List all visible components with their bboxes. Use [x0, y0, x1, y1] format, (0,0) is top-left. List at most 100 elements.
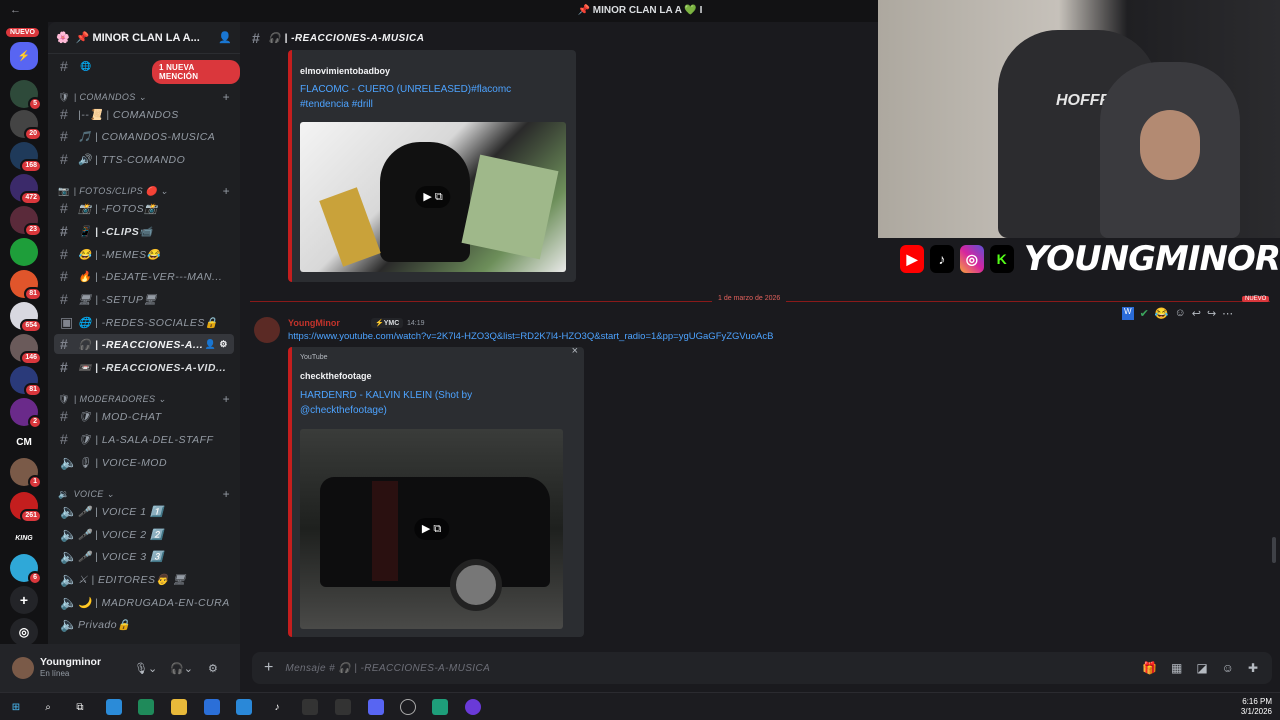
task-view-icon[interactable]: ⧉ [72, 699, 88, 715]
check-reaction-icon[interactable]: ✔ [1140, 307, 1149, 320]
play-icon[interactable]: ▶ ⧉ [415, 186, 451, 208]
server-list: NUEVO ⚡ 5 20 168 472 23 81 654 146 81 2 … [0, 22, 48, 692]
channel-item-active[interactable]: # 🎧 | -REACCIONES-A... 👤 ⚙ [54, 334, 234, 354]
gif-icon[interactable]: ▦ [1171, 661, 1182, 675]
server-icon[interactable]: 5 [10, 80, 42, 111]
add-reaction-icon[interactable]: ☺ [1174, 307, 1185, 320]
server-icon[interactable]: 654 [10, 302, 42, 333]
message-timestamp: 14:19 [407, 320, 425, 327]
mail-icon[interactable] [236, 699, 252, 715]
search-icon[interactable]: ⌕ [40, 699, 56, 715]
message-author[interactable]: YoungMinor [288, 318, 340, 328]
server-icon[interactable]: 168 [10, 142, 42, 173]
message-input[interactable]: Mensaje # 🎧 | -REACCIONES-A-MUSICA [285, 663, 490, 674]
add-channel-icon: + [222, 487, 230, 501]
discord-icon[interactable] [368, 699, 384, 715]
scrollbar[interactable] [1272, 537, 1276, 563]
server-icon[interactable]: 2 [10, 398, 42, 429]
server-header[interactable]: 🌸 📌 MINOR CLAN LA A... 👤 [48, 22, 240, 54]
embed-author[interactable]: checkthefootage [300, 371, 372, 381]
add-server-icon[interactable]: + [10, 586, 38, 614]
embed-title[interactable]: HARDENRD - KALVIN KLEIN (Shot by @checkt… [300, 388, 500, 418]
message-link[interactable]: https://www.youtube.com/watch?v=2K7l4-HZ… [288, 331, 773, 342]
copilot-icon[interactable] [106, 699, 122, 715]
headphones-icon[interactable]: 🎧⌄ [170, 662, 193, 675]
server-icon[interactable]: ⚡ [10, 42, 38, 70]
channel-item[interactable]: # 🔥 | -DEJATE-VER---MAN... [54, 266, 234, 286]
mention-banner[interactable]: 1 NUEVA MENCIÓN [152, 60, 240, 84]
user-panel: Youngminor En línea 🎙⌄ 🎧⌄ ⚙ [0, 644, 240, 692]
invite-icon[interactable]: 👤 [218, 31, 232, 44]
voice-channel[interactable]: 🔈 🎤 | VOICE 2 2️⃣ [54, 524, 234, 544]
edge-icon[interactable] [138, 699, 154, 715]
sticker-icon[interactable]: ◪ [1196, 661, 1207, 675]
category-comandos[interactable]: 🛡 | COMANDOS ⌄ + [58, 90, 230, 104]
reply-icon[interactable]: ↩ [1192, 307, 1201, 320]
forward-icon[interactable]: ↪ [1207, 307, 1216, 320]
gear-icon[interactable]: ⚙ [208, 662, 218, 675]
gift-icon[interactable]: 🎁 [1142, 661, 1157, 675]
server-icon[interactable] [10, 238, 38, 266]
channel-item[interactable]: # 🛡 | LA-SALA-DEL-STAFF [54, 429, 234, 449]
server-icon[interactable]: 261 [10, 492, 42, 523]
avatar[interactable] [254, 317, 280, 343]
category-fotos[interactable]: 📷 | FOTOS/CLIPS 🔴 ⌄ + [58, 184, 230, 198]
avatar[interactable] [12, 657, 34, 679]
voice-channel[interactable]: 🔈 🎤 | VOICE 1 1️⃣ [54, 501, 234, 521]
server-icon[interactable]: 20 [10, 110, 42, 141]
category-moderadores[interactable]: 🛡 | MODERADORES ⌄ + [58, 392, 230, 406]
capcut-icon[interactable] [302, 699, 318, 715]
channel-name: 🎧 | -REACCIONES-A-MUSICA [268, 32, 425, 44]
more-icon[interactable]: ⋯ [1222, 307, 1233, 320]
server-icon[interactable]: 472 [10, 174, 42, 205]
w-reaction-icon[interactable]: W [1122, 307, 1134, 320]
voice-channel[interactable]: 🔈 Privado🔒 [54, 614, 234, 634]
store-icon[interactable] [204, 699, 220, 715]
server-icon[interactable]: 6 [10, 554, 42, 585]
channel-item[interactable]: # 😂 | -MEMES😂 [54, 244, 234, 264]
server-icon[interactable]: 1 [10, 458, 42, 489]
face-image [1140, 110, 1200, 180]
system-clock[interactable]: 6:16 PM 3/1/2026 [1241, 697, 1272, 717]
emoji-icon[interactable]: ☺ [1222, 661, 1234, 675]
voice-channel[interactable]: 🔈 ⚔ | EDITORES👨 🖥 [54, 569, 234, 589]
channel-item[interactable]: # 🎵 | COMANDOS-MUSICA [54, 126, 234, 146]
channel-item[interactable]: # 🛡 | MOD-CHAT [54, 406, 234, 426]
channel-item[interactable]: # 📸 | -FOTOS📸 [54, 198, 234, 218]
embed-author[interactable]: elmovimientobadboy [300, 66, 390, 76]
voice-channel[interactable]: 🔈 🎙 | VOICE-MOD [54, 452, 234, 472]
channel-item[interactable]: # 📼 | -REACCIONES-A-VID... [54, 357, 234, 377]
channel-item[interactable]: # |--📜 | COMANDOS [54, 104, 234, 124]
obs-icon[interactable] [400, 699, 416, 715]
server-icon[interactable]: 23 [10, 206, 42, 237]
channel-item[interactable]: ▣ 🌐 | -REDES-SOCIALES🔒 [54, 312, 234, 332]
server-icon[interactable]: 146 [10, 334, 42, 365]
video-thumbnail[interactable]: ▶ ⧉ [300, 429, 563, 629]
server-icon[interactable]: KING [10, 524, 38, 552]
category-voice[interactable]: 🔉 VOICE ⌄ + [58, 487, 230, 501]
video-thumbnail[interactable]: ▶ ⧉ [300, 122, 566, 272]
apps-icon[interactable]: ✚ [1248, 661, 1258, 675]
close-icon[interactable]: × [572, 345, 578, 357]
discover-icon[interactable]: ◎ [10, 618, 38, 646]
embed-title[interactable]: FLACOMC - CUERO (UNRELEASED)#flacomc #te… [300, 82, 550, 112]
server-icon[interactable]: 81 [10, 270, 42, 301]
upload-icon[interactable]: + [264, 659, 273, 677]
microphone-icon[interactable]: 🎙⌄ [134, 662, 157, 675]
voice-channel[interactable]: 🔈 🎤 | VOICE 3 3️⃣ [54, 546, 234, 566]
capcut-icon[interactable] [335, 699, 351, 715]
channel-item[interactable]: # 📱 | -CLIPS📹 [54, 221, 234, 241]
file-explorer-icon[interactable] [171, 699, 187, 715]
channel-item[interactable]: # 🔊 | TTS-COMANDO [54, 149, 234, 169]
streamlabs-icon[interactable] [432, 699, 448, 715]
tiktok-app-icon[interactable]: ♪ [269, 699, 285, 715]
server-icon[interactable]: CM [10, 428, 38, 456]
laugh-reaction-icon[interactable]: 😂 [1155, 307, 1169, 320]
play-icon[interactable]: ▶ ⧉ [413, 518, 450, 540]
server-icon[interactable]: 81 [10, 366, 42, 397]
voice-channel[interactable]: 🔈 🌙 | MADRUGADA-EN-CURA [54, 592, 234, 612]
channel-item[interactable]: # 🖥 | -SETUP🖥 [54, 289, 234, 309]
user-info[interactable]: Youngminor En línea [40, 656, 101, 680]
windows-start-icon[interactable]: ⊞ [8, 699, 24, 715]
app-icon[interactable] [465, 699, 481, 715]
